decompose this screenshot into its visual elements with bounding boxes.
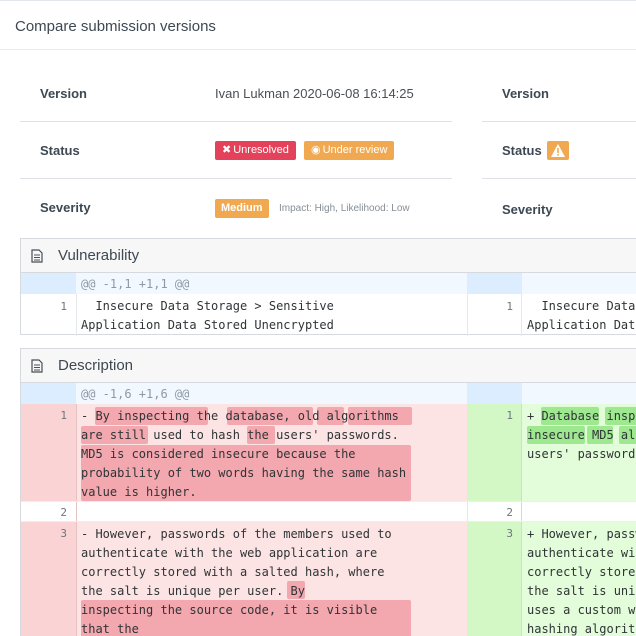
vulnerability-title: Vulnerability bbox=[58, 247, 140, 264]
right-status-row: Status bbox=[482, 122, 636, 179]
line-number: 1 bbox=[60, 409, 67, 422]
status-row: Status ✖ Unresolved ◉ Under review bbox=[20, 122, 452, 179]
code-line: correctly stored with a salted hash, whe… bbox=[81, 565, 385, 579]
close-icon: ✖ bbox=[222, 144, 232, 156]
code-line: Application Data bbox=[527, 318, 636, 332]
status-label: Status bbox=[40, 143, 80, 158]
warning-icon bbox=[547, 141, 569, 160]
version-row: Version Ivan Lukman 2020-06-08 16:14:25 bbox=[20, 65, 452, 122]
code-line: the salt is uniq bbox=[527, 584, 636, 598]
code-line: uses a custom wh bbox=[527, 603, 636, 617]
unresolved-badge: ✖ Unresolved bbox=[215, 141, 296, 160]
right-status-label: Status bbox=[502, 143, 542, 158]
code-line: probability of two words having the same… bbox=[81, 466, 407, 480]
line-number: 1 bbox=[506, 300, 513, 313]
code-line: inspecting the source code, it is visibl… bbox=[81, 603, 378, 617]
document-icon bbox=[31, 249, 43, 263]
code-line: + Database inspe bbox=[527, 409, 636, 423]
code-line: correctly stored bbox=[527, 565, 636, 579]
code-line: the salt is unique per user. By bbox=[81, 584, 305, 598]
document-icon bbox=[31, 359, 43, 373]
modal-header: Compare submission versions bbox=[0, 0, 636, 50]
version-label: Version bbox=[40, 86, 87, 101]
code-line: authenticate with the web application ar… bbox=[81, 546, 378, 560]
code-line: users' passwords bbox=[527, 447, 636, 461]
line-number: 1 bbox=[60, 300, 67, 313]
code-line: - However, passwords of the members used… bbox=[81, 527, 392, 541]
severity-badge: Medium bbox=[215, 199, 269, 218]
line-number: 3 bbox=[60, 527, 67, 540]
description-panel: Description @@ -1,6 +1,6 @@ 1 1 2 2 3 3 bbox=[20, 348, 636, 636]
version-value: Ivan Lukman 2020-06-08 16:14:25 bbox=[215, 86, 414, 101]
code-line: that the bbox=[81, 622, 139, 636]
right-version-row: Version bbox=[482, 65, 636, 122]
line-number: 1 bbox=[506, 409, 513, 422]
under-review-badge: ◉ Under review bbox=[304, 141, 395, 160]
code-line: are still used to hash the users' passwo… bbox=[81, 428, 399, 442]
page-title: Compare submission versions bbox=[15, 18, 216, 35]
vulnerability-panel: Vulnerability @@ -1,1 +1,1 @@ 1 1 Insecu… bbox=[20, 238, 636, 336]
description-title: Description bbox=[58, 357, 134, 374]
line-number: 3 bbox=[506, 527, 513, 540]
right-version-label: Version bbox=[502, 86, 549, 101]
line-number: 2 bbox=[60, 506, 67, 519]
description-hunk: @@ -1,6 +1,6 @@ bbox=[81, 387, 190, 401]
right-severity-row: Severity bbox=[482, 179, 636, 236]
severity-row: Severity Medium Impact: High, Likelihood… bbox=[20, 179, 452, 236]
code-line: authenticate wit bbox=[527, 546, 636, 560]
description-header: Description bbox=[21, 349, 636, 383]
severity-note: Impact: High, Likelihood: Low bbox=[279, 203, 410, 214]
vulnerability-header: Vulnerability bbox=[21, 239, 636, 273]
code-line: Insecure Data Storage > Sensitive bbox=[81, 299, 334, 313]
code-line: Insecure Data bbox=[527, 299, 636, 313]
code-line: hashing algorith bbox=[527, 622, 636, 636]
code-line: Application Data Stored Unencrypted bbox=[81, 318, 334, 332]
code-line: insecure MD5 alg bbox=[527, 428, 636, 442]
code-line: + However, passw bbox=[527, 527, 636, 541]
code-line: - By inspecting the database, old algori… bbox=[81, 409, 399, 423]
severity-label: Severity bbox=[40, 200, 91, 215]
code-line: value is higher. bbox=[81, 485, 197, 499]
vulnerability-hunk: @@ -1,1 +1,1 @@ bbox=[81, 277, 190, 291]
eye-icon: ◉ bbox=[311, 144, 321, 156]
right-severity-label: Severity bbox=[502, 202, 553, 217]
line-number: 2 bbox=[506, 506, 513, 519]
code-line: MD5 is considered insecure because the bbox=[81, 447, 356, 461]
